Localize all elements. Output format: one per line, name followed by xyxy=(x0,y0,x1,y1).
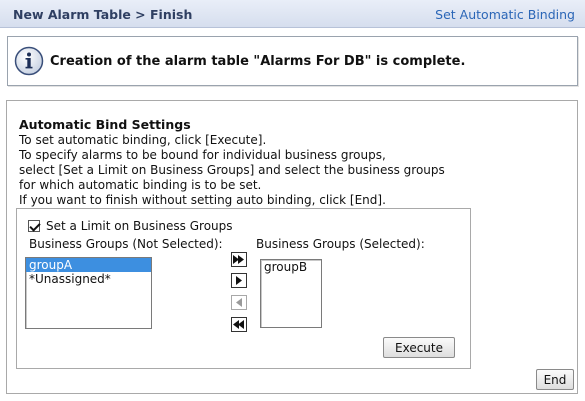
limit-groups-label: Set a Limit on Business Groups xyxy=(46,219,233,233)
move-all-left-button[interactable] xyxy=(231,317,247,332)
instruction-line: for which automatic binding is to be set… xyxy=(19,178,262,192)
list-item[interactable]: *Unassigned* xyxy=(26,272,151,286)
business-group-selector: Set a Limit on Business Groups Business … xyxy=(16,208,471,369)
limit-groups-checkbox[interactable] xyxy=(28,220,40,232)
completion-message-box: Creation of the alarm table "Alarms For … xyxy=(7,36,578,86)
end-button[interactable]: End xyxy=(536,369,574,390)
info-icon xyxy=(14,46,44,76)
selected-label: Business Groups (Selected): xyxy=(256,237,425,251)
list-item[interactable]: groupB xyxy=(261,260,321,274)
selected-groups-list[interactable]: groupB xyxy=(260,259,322,328)
not-selected-label: Business Groups (Not Selected): xyxy=(29,237,223,251)
limit-groups-option[interactable]: Set a Limit on Business Groups xyxy=(28,219,233,233)
instruction-line: To specify alarms to be bound for indivi… xyxy=(19,148,386,162)
execute-button[interactable]: Execute xyxy=(383,337,455,358)
move-right-button[interactable] xyxy=(231,273,247,288)
section-title: Automatic Bind Settings xyxy=(19,117,191,132)
completion-message: Creation of the alarm table "Alarms For … xyxy=(50,54,466,69)
set-automatic-binding-link[interactable]: Set Automatic Binding xyxy=(435,7,575,22)
page-header: New Alarm Table > Finish Set Automatic B… xyxy=(0,0,585,28)
instruction-line: To set automatic binding, click [Execute… xyxy=(19,133,267,147)
move-left-button[interactable] xyxy=(231,295,247,310)
move-all-right-button[interactable] xyxy=(231,252,247,267)
move-all-right-icon xyxy=(233,255,244,264)
instruction-line: If you want to finish without setting au… xyxy=(19,193,386,207)
move-all-left-icon xyxy=(233,320,244,329)
instructions: To set automatic binding, click [Execute… xyxy=(19,133,539,208)
automatic-bind-settings-panel: Automatic Bind Settings To set automatic… xyxy=(6,100,578,394)
not-selected-groups-list[interactable]: groupA *Unassigned* xyxy=(25,257,152,329)
move-right-icon xyxy=(236,276,242,285)
instruction-line: select [Set a Limit on Business Groups] … xyxy=(19,163,445,177)
list-item[interactable]: groupA xyxy=(26,258,151,272)
page-title: New Alarm Table > Finish xyxy=(13,7,193,22)
move-left-icon xyxy=(236,298,242,307)
